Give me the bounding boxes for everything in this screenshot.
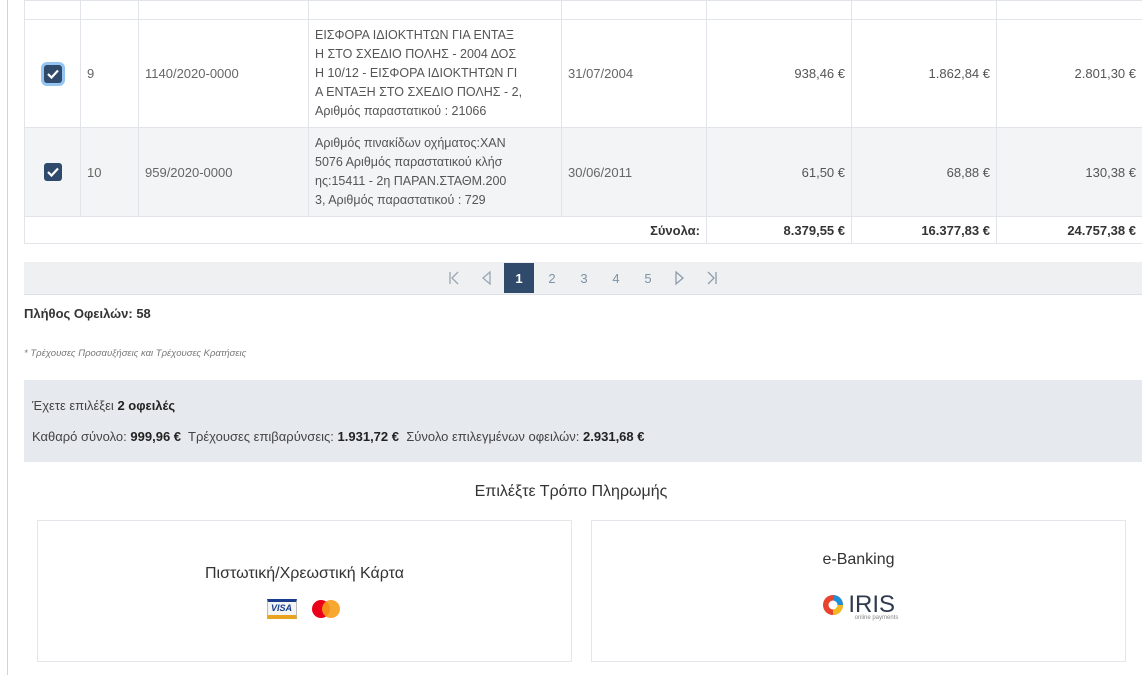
row-date: 30/06/2011 [561, 127, 707, 217]
row-reference: 959/2020-0000 [138, 127, 309, 217]
selected-line: Έχετε επιλέξει 2 οφειλές [32, 398, 175, 413]
iris-tagline: online payments [854, 615, 899, 621]
row-amount-2: 1.862,84 € [851, 19, 997, 128]
footnote: * Τρέχουσες Προσαυξήσεις και Τρέχουσες Κ… [24, 348, 247, 359]
page-5-button[interactable]: 5 [632, 262, 664, 294]
net-label: Καθαρό σύνολο: [32, 429, 127, 444]
table-row[interactable]: 9 1140/2020-0000 ΕΙΣΦΟΡΑ ΙΔΙΟΚΤΗΤΩΝ ΓΙΑ … [24, 19, 1142, 128]
page-2-button[interactable]: 2 [536, 262, 568, 294]
surcharge-value: 1.931,72 € [337, 429, 399, 444]
checkmark-icon [46, 69, 59, 79]
selected-total-value: 2.931,68 € [583, 429, 645, 444]
first-page-icon[interactable] [438, 262, 470, 294]
totals-row: Σύνολα: 8.379,55 € 16.377,83 € 24.757,38… [24, 216, 1142, 244]
row-amount-3: 2.801,30 € [996, 19, 1142, 128]
row-reference: 1140/2020-0000 [138, 19, 309, 128]
visa-logo-icon: VISA [266, 599, 297, 619]
debt-count: Πλήθος Οφειλών: 58 [24, 306, 151, 321]
description-line: ΕΙΣΦΟΡΑ ΙΔΙΟΚΤΗΤΩΝ ΓΙΑ ΕΝΤΑΞ [315, 28, 515, 42]
row-amount-3: 130,38 € [996, 127, 1142, 217]
selected-count: 2 οφειλές [117, 398, 176, 413]
row-amount-1: 61,50 € [706, 127, 852, 217]
row-checkbox[interactable] [43, 64, 62, 83]
iris-logo: IRIS online payments [592, 591, 1125, 621]
next-page-icon[interactable] [664, 262, 696, 294]
table-row[interactable]: 10 959/2020-0000 Αριθμός πινακίδων οχήμα… [24, 127, 1142, 217]
page-4-button[interactable]: 4 [600, 262, 632, 294]
selection-summary: Έχετε επιλέξει 2 οφειλές Καθαρό σύνολο: … [24, 380, 1142, 462]
iris-wordmark: IRIS [848, 591, 896, 618]
ebanking-option-label: e-Banking [822, 551, 895, 568]
description-line: Η 10/12 - ΕΙΣΦΟΡΑ ΙΔΙΟΚΤΗΤΩΝ ΓΙ [315, 66, 518, 80]
page-1-button[interactable]: 1 [504, 263, 534, 293]
totals-amount-3: 24.757,38 € [996, 216, 1142, 244]
row-description: ΕΙΣΦΟΡΑ ΙΔΙΟΚΤΗΤΩΝ ΓΙΑ ΕΝΤΑΞ Η ΣΤΟ ΣΧΕΔΙ… [308, 19, 562, 128]
debts-table: 9 1140/2020-0000 ΕΙΣΦΟΡΑ ΙΔΙΟΚΤΗΤΩΝ ΓΙΑ … [24, 0, 1142, 244]
table-row-partial [24, 0, 1142, 20]
checkmark-icon [46, 167, 59, 178]
totals-line: Καθαρό σύνολο: 999,96 € Τρέχουσες επιβαρ… [32, 429, 644, 444]
description-line: ης:15411 - 2η ΠΑΡΑΝ.ΣΤΑΘΜ.200 [315, 174, 507, 188]
description-line: Η ΣΤΟ ΣΧΕΔΙΟ ΠΟΛΗΣ - 2004 ΔΟΣ [315, 47, 517, 61]
payment-method-title: Επιλέξτε Τρόπο Πληρωμής [474, 483, 668, 500]
surcharge-label: Τρέχουσες επιβαρύνσεις: [188, 429, 334, 444]
card-payment-option[interactable]: Πιστωτική/Χρεωστική Κάρτα VISA [37, 520, 572, 662]
row-checkbox[interactable] [43, 163, 62, 181]
row-number: 10 [80, 127, 139, 217]
selected-prefix: Έχετε επιλέξει [32, 398, 114, 413]
row-amount-1: 938,46 € [706, 19, 852, 128]
previous-page-icon[interactable] [470, 262, 502, 294]
page-3-button[interactable]: 3 [568, 262, 600, 294]
description-line: 5076 Αριθμός παραστατικού κλήσ [315, 155, 503, 169]
totals-label: Σύνολα: [24, 216, 707, 244]
row-description: Αριθμός πινακίδων οχήματος:ΧΑΝ 5076 Αριθ… [308, 127, 562, 217]
description-line: Αριθμός πινακίδων οχήματος:ΧΑΝ [315, 136, 506, 150]
selected-total-label: Σύνολο επιλεγμένων οφειλών: [406, 429, 580, 444]
ebanking-payment-option[interactable]: e-Banking IRIS online payments [591, 520, 1126, 662]
net-value: 999,96 € [130, 429, 182, 444]
mastercard-logo-icon [311, 600, 340, 618]
row-amount-2: 68,88 € [851, 127, 997, 217]
iris-mark-icon [822, 595, 843, 615]
description-line: Αριθμός παραστατικού : 21066 [315, 104, 487, 118]
description-line: Α ΕΝΤΑΞΗ ΣΤΟ ΣΧΕΔΙΟ ΠΟΛΗΣ - 2, [315, 85, 523, 99]
pagination: 1 2 3 4 5 [24, 262, 1142, 295]
row-number: 9 [80, 19, 139, 128]
card-logos: VISA [38, 599, 571, 619]
last-page-icon[interactable] [696, 262, 728, 294]
page-left-border [7, 0, 8, 675]
description-line: 3, Αριθμός παραστατικού : 729 [315, 193, 486, 207]
totals-amount-2: 16.377,83 € [851, 216, 997, 244]
card-option-label: Πιστωτική/Χρεωστική Κάρτα [205, 565, 404, 582]
totals-amount-1: 8.379,55 € [706, 216, 852, 244]
row-date: 31/07/2004 [561, 19, 707, 128]
